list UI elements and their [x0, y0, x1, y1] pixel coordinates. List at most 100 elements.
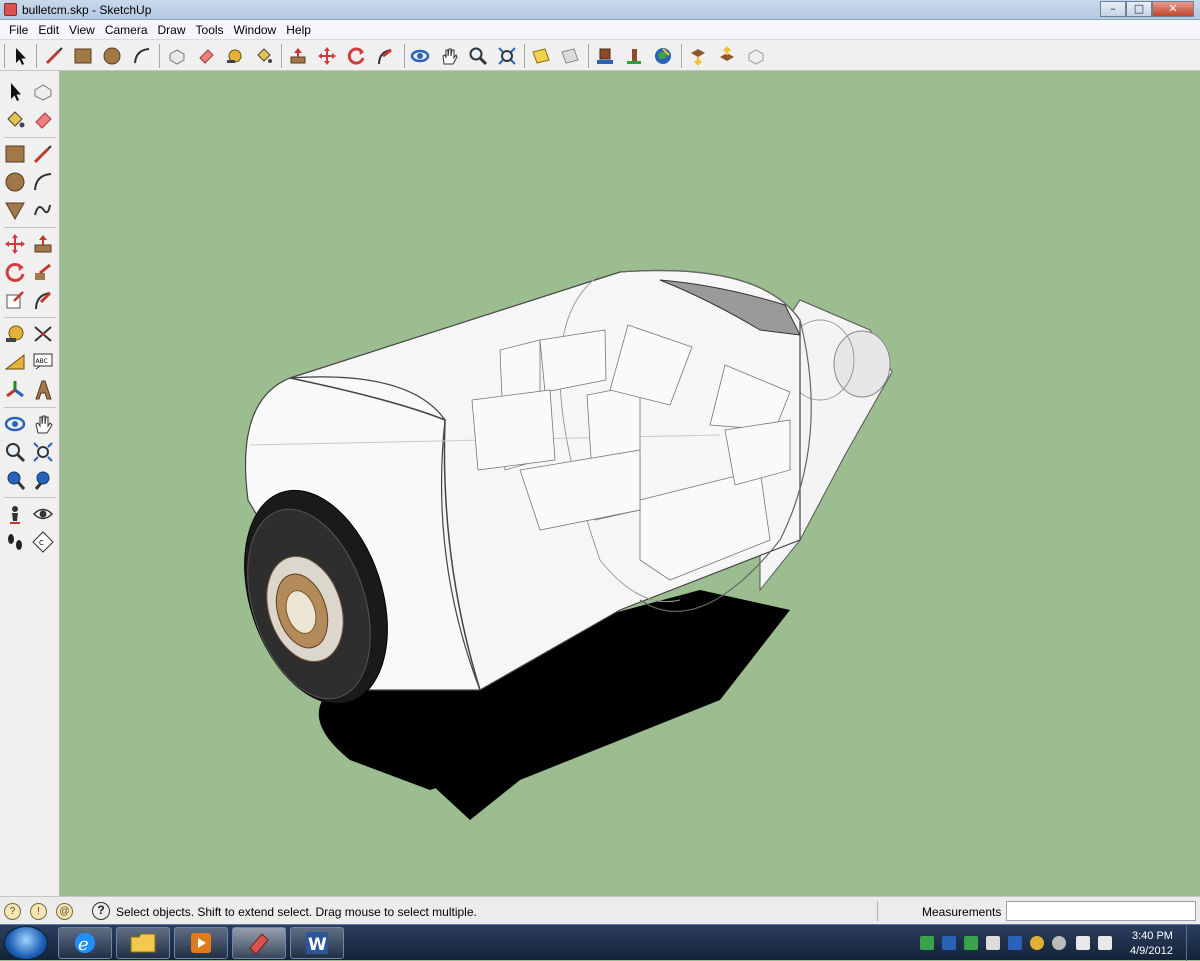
sketchup-icon[interactable] — [232, 927, 286, 959]
paint-bucket-icon[interactable] — [2, 107, 28, 133]
measurements-label: Measurements — [922, 905, 1002, 919]
svg-text:ABC: ABC — [36, 358, 48, 365]
zoom-window-icon[interactable] — [30, 439, 56, 465]
axes-icon[interactable] — [2, 377, 28, 403]
paint-bucket-icon[interactable] — [252, 44, 276, 68]
orbit-icon[interactable] — [2, 411, 28, 437]
measurements-input[interactable] — [1006, 901, 1196, 921]
pan-icon[interactable] — [437, 44, 461, 68]
tape-measure-icon[interactable] — [2, 321, 28, 347]
tray-app-icon[interactable] — [942, 936, 956, 950]
dimension-icon[interactable] — [30, 321, 56, 347]
rectangle-icon[interactable] — [2, 141, 28, 167]
menu-tools[interactable]: Tools — [191, 23, 229, 37]
menu-camera[interactable]: Camera — [100, 23, 153, 37]
menu-view[interactable]: View — [64, 23, 100, 37]
protractor-icon[interactable] — [2, 349, 28, 375]
place-model-icon[interactable] — [651, 44, 675, 68]
help-icon[interactable]: ? — [92, 902, 110, 920]
internet-explorer-icon[interactable]: e — [58, 927, 112, 959]
tray-app-icon[interactable] — [1052, 936, 1066, 950]
modeling-viewport[interactable] — [60, 71, 1200, 896]
line-icon[interactable] — [30, 141, 56, 167]
select-icon[interactable] — [8, 44, 32, 68]
get-models-icon[interactable] — [593, 44, 617, 68]
make-component-icon[interactable] — [30, 79, 56, 105]
orbit-icon[interactable] — [408, 44, 432, 68]
sketchup-window: bulletcm.skp - SketchUp – □ ✕ File Edit … — [0, 0, 1200, 961]
tray-app-icon[interactable] — [964, 936, 978, 950]
make-component-icon[interactable] — [165, 44, 189, 68]
status-message: Select objects. Shift to extend select. … — [116, 905, 477, 919]
follow-me-icon[interactable] — [373, 44, 397, 68]
share-component-icon[interactable] — [715, 44, 739, 68]
share-model-icon[interactable] — [622, 44, 646, 68]
tray-app-icon[interactable] — [986, 936, 1000, 950]
rotate-icon[interactable] — [2, 259, 28, 285]
freehand-icon[interactable] — [30, 197, 56, 223]
menu-help[interactable]: Help — [281, 23, 316, 37]
zoom-extents-icon[interactable] — [2, 467, 28, 493]
eraser-icon[interactable] — [194, 44, 218, 68]
menu-bar: File Edit View Camera Draw Tools Window … — [0, 20, 1200, 40]
show-desktop-button[interactable] — [1186, 925, 1200, 961]
zoom-icon[interactable] — [2, 439, 28, 465]
circle-icon[interactable] — [100, 44, 124, 68]
maximize-button[interactable]: □ — [1126, 1, 1152, 17]
walk-icon[interactable] — [2, 529, 28, 555]
arc-icon[interactable] — [30, 169, 56, 195]
move-icon[interactable] — [2, 231, 28, 257]
toolbar-separator — [524, 44, 525, 68]
toggle-terrain-icon[interactable] — [558, 44, 582, 68]
select-icon[interactable] — [2, 79, 28, 105]
clock-date[interactable]: 4/9/2012 — [1130, 945, 1173, 957]
close-button[interactable]: ✕ — [1152, 1, 1194, 17]
previous-view-icon[interactable] — [30, 467, 56, 493]
position-camera-icon[interactable] — [2, 501, 28, 527]
scale-icon[interactable] — [2, 287, 28, 313]
move-icon[interactable] — [315, 44, 339, 68]
credits-icon[interactable]: ! — [30, 903, 47, 920]
circle-icon[interactable] — [2, 169, 28, 195]
rectangle-icon[interactable] — [71, 44, 95, 68]
push-pull-icon[interactable] — [286, 44, 310, 68]
tray-app-icon[interactable] — [920, 936, 934, 950]
look-around-icon[interactable] — [30, 501, 56, 527]
user-icon[interactable]: @ — [56, 903, 73, 920]
windows-explorer-icon[interactable] — [116, 927, 170, 959]
rotate-icon[interactable] — [344, 44, 368, 68]
text-icon[interactable]: ABC — [30, 349, 56, 375]
network-icon[interactable] — [1076, 936, 1090, 950]
zoom-extents-icon[interactable] — [495, 44, 519, 68]
follow-me-icon[interactable] — [30, 259, 56, 285]
push-pull-icon[interactable] — [30, 231, 56, 257]
menu-edit[interactable]: Edit — [33, 23, 64, 37]
menu-file[interactable]: File — [4, 23, 33, 37]
pan-icon[interactable] — [30, 411, 56, 437]
toolbar-separator — [588, 44, 589, 68]
menu-window[interactable]: Window — [229, 23, 282, 37]
tray-app-icon[interactable] — [1030, 936, 1044, 950]
add-location-icon[interactable] — [529, 44, 553, 68]
3d-model-capsule[interactable] — [60, 71, 1200, 896]
geo-location-icon[interactable]: ? — [4, 903, 21, 920]
minimize-button[interactable]: – — [1100, 1, 1126, 17]
clock-time[interactable]: 3:40 PM — [1132, 930, 1173, 942]
polygon-icon[interactable] — [2, 197, 28, 223]
zoom-icon[interactable] — [466, 44, 490, 68]
tape-measure-icon[interactable] — [223, 44, 247, 68]
section-plane-icon[interactable]: C — [30, 529, 56, 555]
3d-text-icon[interactable] — [30, 377, 56, 403]
send-to-layout-icon[interactable] — [744, 44, 768, 68]
start-button[interactable] — [4, 926, 48, 960]
volume-icon[interactable] — [1098, 936, 1112, 950]
offset-icon[interactable] — [30, 287, 56, 313]
arc-icon[interactable] — [130, 44, 154, 68]
get-components-icon[interactable] — [686, 44, 710, 68]
eraser-icon[interactable] — [30, 107, 56, 133]
line-icon[interactable] — [42, 44, 66, 68]
menu-draw[interactable]: Draw — [153, 23, 191, 37]
media-player-icon[interactable] — [174, 927, 228, 959]
tray-app-icon[interactable] — [1008, 936, 1022, 950]
word-icon[interactable]: W — [290, 927, 344, 959]
